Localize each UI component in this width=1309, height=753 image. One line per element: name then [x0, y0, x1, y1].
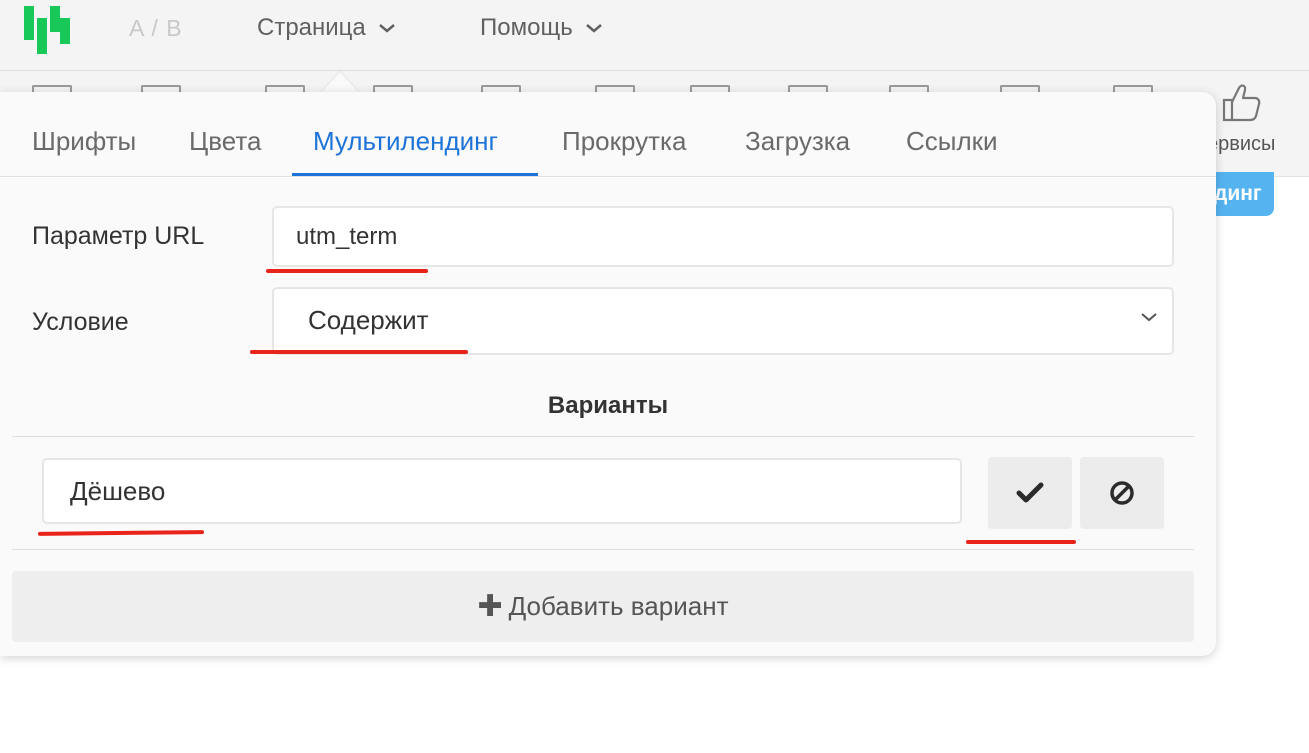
menu-help[interactable]: Помощь — [480, 14, 603, 42]
settings-popover: Шрифты Цвета Мультилендинг Прокрутка Заг… — [0, 92, 1216, 656]
tab-fonts[interactable]: Шрифты — [32, 126, 136, 157]
services-label[interactable]: ервисы — [1207, 133, 1275, 156]
annotation-underline — [37, 530, 205, 536]
annotation-underline — [250, 350, 468, 354]
tab-links[interactable]: Ссылки — [906, 126, 998, 157]
chevron-down-icon — [1141, 313, 1157, 322]
tab-scroll[interactable]: Прокрутка — [562, 126, 686, 157]
top-bar: A / B Страница Помощь — [0, 0, 1309, 71]
tab-loading[interactable]: Загрузка — [745, 126, 850, 157]
menu-page-label: Страница — [257, 14, 366, 41]
annotation-underline — [266, 269, 428, 273]
ban-icon — [1110, 481, 1134, 505]
ab-test-link[interactable]: A / B — [129, 15, 183, 42]
tab-colors[interactable]: Цвета — [189, 126, 261, 157]
active-tab-indicator — [292, 173, 538, 176]
popover-caret — [322, 72, 358, 92]
condition-select[interactable]: Содержит — [272, 287, 1174, 355]
condition-label: Условие — [32, 308, 129, 336]
chevron-down-icon — [585, 24, 602, 33]
variant-input[interactable] — [42, 458, 962, 524]
logo-icon[interactable] — [24, 6, 72, 54]
url-param-label: Параметр URL — [32, 222, 205, 250]
divider — [12, 436, 1194, 437]
add-variant-label: Добавить вариант — [508, 591, 729, 621]
page-canvas — [1210, 176, 1309, 753]
chevron-down-icon — [378, 24, 395, 33]
add-variant-button[interactable]: ✚ Добавить вариант — [12, 571, 1194, 642]
menu-page[interactable]: Страница — [257, 14, 396, 42]
condition-select-value: Содержит — [308, 305, 429, 335]
menu-help-label: Помощь — [480, 14, 573, 41]
tab-multilanding[interactable]: Мультилендинг — [313, 126, 498, 157]
cancel-variant-button[interactable] — [1080, 457, 1164, 529]
plus-icon: ✚ — [477, 590, 503, 623]
tab-bar: Шрифты Цвета Мультилендинг Прокрутка Заг… — [0, 92, 1216, 177]
variants-title: Варианты — [547, 392, 669, 419]
thumbs-up-icon[interactable] — [1221, 82, 1263, 124]
annotation-underline — [966, 540, 1076, 544]
confirm-variant-button[interactable] — [988, 457, 1072, 529]
url-param-input[interactable] — [272, 206, 1174, 267]
divider — [12, 549, 1194, 550]
checkmark-icon — [1016, 482, 1044, 503]
